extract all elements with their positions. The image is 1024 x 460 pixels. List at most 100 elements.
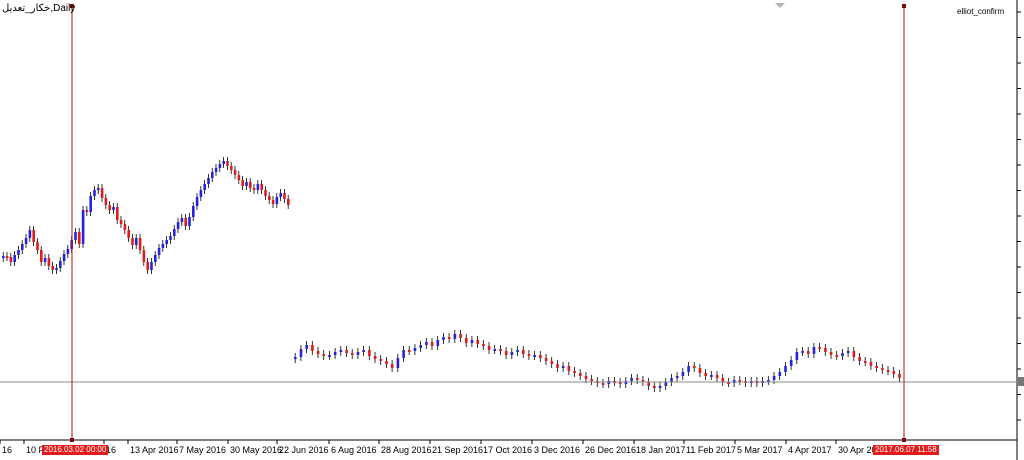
candle — [835, 355, 839, 357]
candle — [630, 378, 633, 381]
candle — [345, 350, 348, 353]
candle — [670, 378, 673, 382]
candle — [824, 348, 827, 352]
chart-frame — [0, 0, 1018, 460]
candle — [664, 382, 668, 386]
candle — [161, 244, 165, 248]
candle — [66, 249, 70, 254]
candle — [864, 361, 867, 363]
candle — [138, 238, 142, 250]
marker-handle-right-bottom[interactable] — [902, 438, 906, 442]
candle — [230, 166, 233, 170]
candle — [154, 255, 157, 262]
candle — [260, 184, 263, 190]
candle — [459, 334, 462, 338]
time-axis-label: 13 Apr 2016 — [130, 445, 179, 455]
candle — [271, 200, 275, 204]
price-axis-ticks — [1017, 11, 1021, 421]
time-axis-label: 4 Apr 2017 — [788, 445, 832, 455]
candle — [801, 351, 804, 353]
candle — [419, 345, 422, 348]
candle — [527, 354, 531, 356]
candle — [584, 376, 588, 379]
candle — [119, 220, 123, 224]
candle — [305, 345, 308, 349]
candle — [78, 232, 81, 244]
candle — [715, 375, 719, 378]
candle — [721, 378, 725, 382]
candle — [108, 205, 111, 210]
candle — [772, 376, 776, 380]
candle — [362, 350, 365, 352]
candle — [93, 190, 96, 196]
candle — [74, 232, 77, 240]
candle — [169, 236, 172, 240]
candle — [579, 373, 582, 376]
candle — [97, 188, 100, 190]
candle — [687, 366, 690, 372]
candle — [710, 375, 713, 377]
candle — [233, 170, 237, 175]
candle — [807, 351, 810, 354]
time-axis-label: 5 Mar 2017 — [737, 445, 783, 455]
candle — [328, 355, 331, 357]
candle — [408, 350, 411, 352]
candle — [812, 347, 816, 354]
price-chart[interactable]: 16 10 F 16 13 Apr 2016 7 May 2016 30 May 2016… — [0, 0, 1024, 460]
candle — [561, 366, 565, 368]
candle — [368, 350, 371, 356]
chart-shift-icon[interactable] — [775, 3, 785, 8]
candle — [279, 193, 282, 197]
candle — [504, 351, 508, 355]
candle — [892, 371, 896, 374]
candle — [199, 190, 203, 197]
candle — [482, 344, 485, 346]
candle — [487, 346, 491, 350]
candle — [818, 347, 821, 349]
candle — [112, 207, 115, 210]
time-axis-label: 22 Jun 2016 — [279, 445, 329, 455]
candle — [207, 178, 210, 184]
candle — [226, 161, 229, 166]
candle — [658, 386, 662, 388]
candle — [373, 356, 377, 359]
candle — [852, 351, 856, 357]
candle — [493, 349, 497, 351]
candle — [476, 340, 479, 344]
candle — [675, 376, 679, 378]
candle — [237, 175, 241, 180]
candle — [795, 352, 799, 360]
candle — [104, 198, 108, 205]
candle — [778, 372, 782, 376]
marker-handle-left-bottom[interactable] — [70, 438, 74, 442]
candle — [249, 182, 252, 188]
candle — [81, 210, 85, 244]
marker-handle-right-top[interactable] — [902, 4, 906, 8]
candle — [858, 357, 861, 361]
candle — [499, 349, 502, 351]
time-axis-label: 11 Feb 2017 — [686, 445, 736, 455]
candle — [32, 230, 35, 242]
time-axis-label: 30 May 2016 — [230, 445, 282, 455]
candle — [829, 352, 833, 355]
symbol-title: خكار_تعديل,Daily — [2, 3, 76, 14]
candle — [590, 379, 593, 381]
candle — [573, 371, 576, 373]
candle — [195, 197, 199, 206]
time-axis-label: 3 Dec 2016 — [534, 445, 580, 455]
candle — [62, 254, 66, 261]
candle — [704, 373, 707, 376]
chart-window[interactable]: 16 10 F 16 13 Apr 2016 7 May 2016 30 May 2016… — [0, 0, 1024, 460]
candle — [47, 258, 51, 266]
candle — [436, 340, 440, 346]
candle — [636, 378, 639, 380]
price-marker-icon — [1018, 377, 1024, 386]
candle — [192, 206, 195, 217]
candle — [351, 353, 354, 355]
candle — [2, 256, 5, 258]
candle — [693, 366, 696, 368]
candle — [567, 366, 571, 371]
candle — [218, 164, 222, 168]
candle — [252, 188, 256, 190]
candle — [214, 168, 218, 172]
